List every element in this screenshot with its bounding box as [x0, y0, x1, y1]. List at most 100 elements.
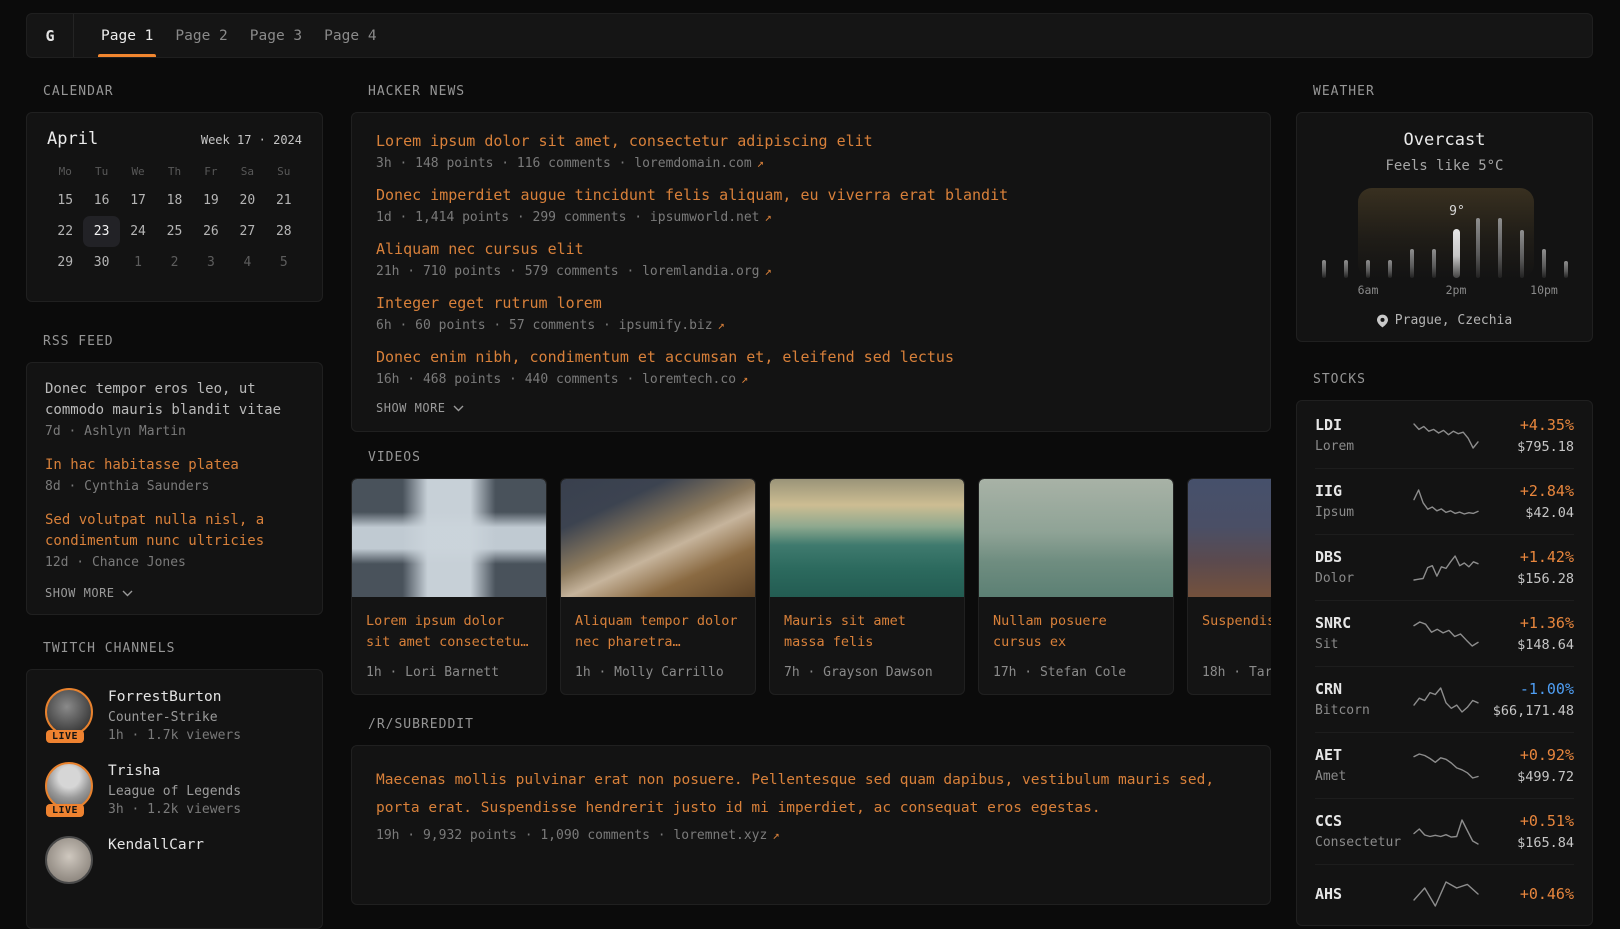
external-link-icon: ↗ [757, 156, 764, 170]
video-card[interactable]: Suspendisse diam18h · Tara [1187, 478, 1271, 695]
hackernews-item-meta-text: 16h · 468 points · 440 comments · loremt… [376, 372, 736, 387]
twitch-avatar-wrap: LIVE [45, 762, 95, 810]
stock-row[interactable]: AHS+0.46% [1315, 865, 1574, 923]
weather-bar [1542, 249, 1546, 278]
video-card[interactable]: Nullam posuere cursus ex17h · Stefan Col… [978, 478, 1174, 695]
twitch-channel-game: Counter-Strike [108, 710, 241, 725]
avatar [45, 762, 93, 810]
stock-row[interactable]: SNRCSit+1.36%$148.64 [1315, 601, 1574, 667]
twitch-widget: LIVE ForrestBurton Counter-Strike 1h · 1.7k… [26, 669, 323, 929]
stock-sparkline [1411, 878, 1481, 910]
twitch-channel-name: ForrestBurton [108, 688, 241, 707]
stock-name: Lorem [1315, 439, 1411, 455]
twitch-channel[interactable]: KendallCarr [45, 836, 304, 884]
stock-price: $156.28 [1481, 571, 1574, 587]
calendar-day: 3 [193, 247, 229, 278]
video-title-link[interactable]: Lorem ipsum dolor sit amet consectetu… [366, 611, 532, 653]
hackernews-item-link[interactable]: Aliquam nec cursus elit [376, 239, 1246, 259]
external-link-icon: ↗ [765, 210, 772, 224]
twitch-channel-viewers: 1h · 1.7k viewers [108, 728, 241, 743]
calendar-day: 22 [47, 216, 83, 247]
video-thumbnail[interactable] [352, 479, 546, 597]
weather-location-text: Prague, Czechia [1395, 313, 1512, 328]
stock-ticker: CRN [1315, 680, 1411, 698]
stock-price: $795.18 [1481, 439, 1574, 455]
video-title-link[interactable]: Nullam posuere cursus ex [993, 611, 1159, 653]
tab-page-3[interactable]: Page 3 [250, 14, 302, 57]
hackernews-section-label: HACKER NEWS [368, 84, 1271, 99]
page-tabs: Page 1 Page 2 Page 3 Page 4 [74, 14, 377, 57]
stock-row[interactable]: AETAmet+0.92%$499.72 [1315, 733, 1574, 799]
hackernews-item-meta-text: 21h · 710 points · 579 comments · loreml… [376, 264, 760, 279]
right-column: WEATHER Overcast Feels like 5°C 9° 6am2p… [1296, 58, 1593, 926]
calendar-day: 29 [47, 247, 83, 278]
hackernews-show-more-button[interactable]: SHOW MORE [376, 401, 1246, 415]
twitch-channel[interactable]: LIVETrishaLeague of Legends3h · 1.2k vie… [45, 762, 304, 817]
hackernews-item-meta-text: 6h · 60 points · 57 comments · ipsumify.… [376, 318, 713, 333]
calendar-day: 16 [83, 185, 119, 216]
hackernews-item-link[interactable]: Donec enim nibh, condimentum et accumsan… [376, 347, 1246, 367]
calendar-weekday: Fr [193, 163, 229, 181]
subreddit-post-meta-text: 19h · 9,932 points · 1,090 comments · lo… [376, 828, 767, 843]
stock-id: AETAmet [1315, 746, 1411, 785]
weather-bar [1432, 249, 1436, 278]
weather-bar [1366, 260, 1370, 278]
avatar [45, 688, 93, 736]
hackernews-item-link[interactable]: Integer eget rutrum lorem [376, 293, 1246, 313]
calendar-day: 15 [47, 185, 83, 216]
stock-sparkline [1411, 420, 1481, 452]
chevron-down-icon [453, 405, 464, 412]
hackernews-show-more-label: SHOW MORE [376, 401, 446, 415]
video-title-link[interactable]: Aliquam tempor dolor nec pharetra… [575, 611, 741, 653]
video-thumbnail[interactable] [979, 479, 1173, 597]
video-thumbnail[interactable] [1188, 479, 1271, 597]
video-thumbnail[interactable] [561, 479, 755, 597]
hackernews-item-link[interactable]: Lorem ipsum dolor sit amet, consectetur … [376, 131, 1246, 151]
rss-item-link[interactable]: Sed volutpat nulla nisl, a condimentum n… [45, 510, 304, 552]
stock-id: AHS [1315, 885, 1411, 903]
twitch-channel-viewers: 3h · 1.2k viewers [108, 802, 241, 817]
twitch-channel[interactable]: LIVE ForrestBurton Counter-Strike 1h · 1.7k… [45, 688, 304, 743]
stock-row[interactable]: CRNBitcorn-1.00%$66,171.48 [1315, 667, 1574, 733]
stock-change-percent: +2.84% [1481, 482, 1574, 500]
stock-name: Sit [1315, 637, 1411, 653]
video-card[interactable]: Aliquam tempor dolor nec pharetra…1h · M… [560, 478, 756, 695]
video-card[interactable]: Lorem ipsum dolor sit amet consectetu…1h… [351, 478, 547, 695]
twitch-channel-info: ForrestBurton Counter-Strike 1h · 1.7k vie… [108, 688, 241, 743]
weather-hour-label: 10pm [1530, 283, 1558, 297]
weather-widget: Overcast Feels like 5°C 9° 6am2pm10pm Pr… [1296, 112, 1593, 342]
stock-name: Dolor [1315, 571, 1411, 587]
tab-page-4[interactable]: Page 4 [324, 14, 376, 57]
calendar-day: 28 [266, 216, 302, 247]
video-title-link[interactable]: Mauris sit amet massa felis [784, 611, 950, 653]
stock-values: +2.84%$42.04 [1481, 482, 1574, 521]
rss-item-link[interactable]: In hac habitasse platea [45, 455, 304, 476]
rss-item: Sed volutpat nulla nisl, a condimentum n… [45, 510, 304, 570]
video-title-link[interactable]: Suspendisse diam [1202, 611, 1271, 653]
stock-change-percent: +1.42% [1481, 548, 1574, 566]
weather-hourly-chart: 9° [1297, 188, 1592, 278]
hackernews-item-link[interactable]: Donec imperdiet augue tincidunt felis al… [376, 185, 1246, 205]
tab-page-1[interactable]: Page 1 [101, 14, 153, 57]
hackernews-item-meta: 1d · 1,414 points · 299 comments · ipsum… [376, 210, 1246, 225]
video-card-body: Aliquam tempor dolor nec pharetra…1h · M… [561, 597, 755, 694]
stock-row[interactable]: DBSDolor+1.42%$156.28 [1315, 535, 1574, 601]
tab-page-2[interactable]: Page 2 [175, 14, 227, 57]
stock-row[interactable]: IIGIpsum+2.84%$42.04 [1315, 469, 1574, 535]
calendar-day: 30 [83, 247, 119, 278]
stock-row[interactable]: LDILorem+4.35%$795.18 [1315, 403, 1574, 469]
live-badge: LIVE [46, 730, 84, 743]
weather-bar-current [1453, 229, 1460, 278]
hackernews-item-meta: 3h · 148 points · 116 comments · loremdo… [376, 156, 1246, 171]
video-thumbnail[interactable] [770, 479, 964, 597]
subreddit-post-link[interactable]: Maecenas mollis pulvinar erat non posuer… [376, 766, 1246, 822]
stock-row[interactable]: CCSConsectetur+0.51%$165.84 [1315, 799, 1574, 865]
stock-price: $165.84 [1481, 835, 1574, 851]
rss-item-link[interactable]: Donec tempor eros leo, ut commodo mauris… [45, 379, 304, 421]
rss-show-more-button[interactable]: SHOW MORE [45, 586, 304, 600]
app-logo[interactable]: G [27, 14, 74, 57]
stock-ticker: LDI [1315, 416, 1411, 434]
stock-price: $148.64 [1481, 637, 1574, 653]
video-card[interactable]: Mauris sit amet massa felis7h · Grayson … [769, 478, 965, 695]
rss-item: Donec tempor eros leo, ut commodo mauris… [45, 379, 304, 439]
